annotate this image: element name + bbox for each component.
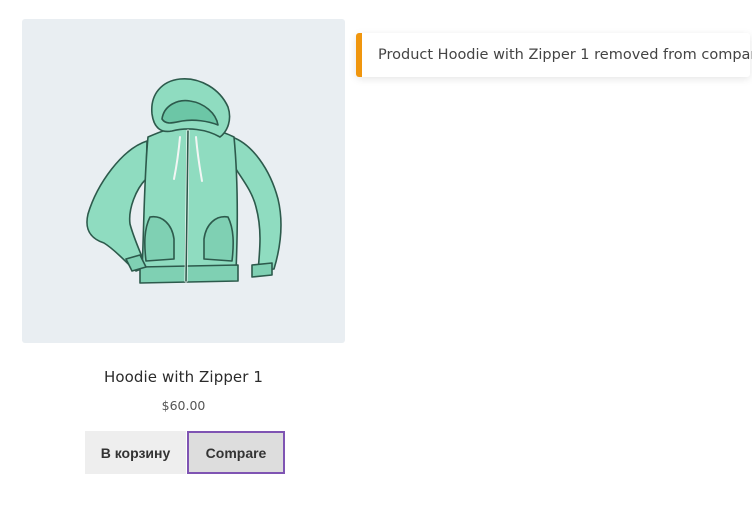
hoodie-image <box>86 78 282 284</box>
compare-button[interactable]: Compare <box>187 431 285 474</box>
product-actions: В корзину Compare <box>85 431 285 474</box>
product-price: $60.00 <box>161 398 206 413</box>
notice-text: Product Hoodie with Zipper 1 removed fro… <box>378 47 752 63</box>
product-title[interactable]: Hoodie with Zipper 1 <box>22 368 345 386</box>
product-image[interactable] <box>22 19 345 343</box>
add-to-cart-button[interactable]: В корзину <box>85 431 186 474</box>
notice-accent-bar <box>356 33 362 77</box>
compare-notice: Product Hoodie with Zipper 1 removed fro… <box>356 33 752 77</box>
product-card: Hoodie with Zipper 1 $60.00 <box>22 19 345 413</box>
